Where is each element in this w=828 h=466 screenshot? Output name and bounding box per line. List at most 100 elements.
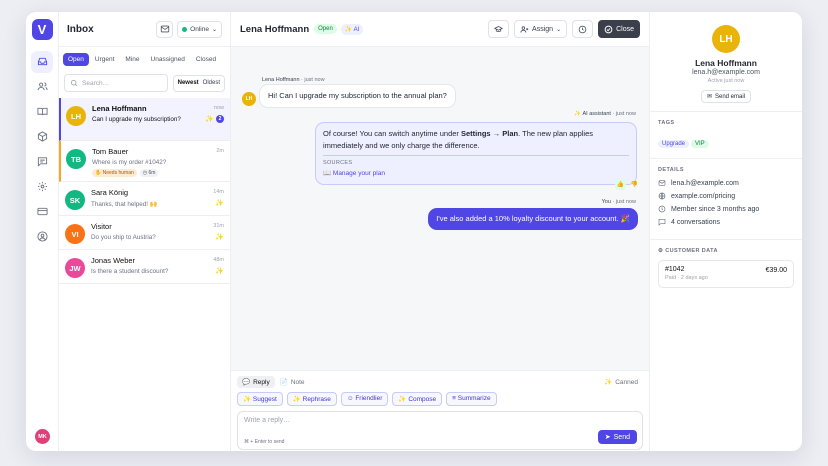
time: 31m [213, 223, 224, 229]
user-avatar[interactable]: MK [35, 429, 50, 444]
sparkle-icon: ✨ [604, 379, 613, 386]
close-label: Close [616, 25, 634, 33]
suggest-button[interactable]: ✨ Suggest [237, 392, 283, 406]
tag-upgrade[interactable]: Upgrade [658, 140, 690, 148]
gear-icon[interactable] [31, 176, 53, 198]
order-card[interactable]: #1042 Paid · 2 days ago €39.00 [658, 260, 794, 288]
sort-oldest[interactable]: Oldest [201, 80, 222, 86]
conversation-item[interactable]: VI Visitor Do you ship to Austria? 31m ✨ [59, 216, 230, 250]
users-icon[interactable] [31, 76, 53, 98]
list-header: Inbox Online ⌄ [59, 12, 230, 47]
contact-name: Jonas Weber [91, 256, 136, 265]
customer-data-heading: ⚙ CUSTOMER DATA [658, 248, 718, 254]
compose-button[interactable]: ✨ Compose [392, 392, 443, 406]
card-icon[interactable] [31, 201, 53, 223]
chat-icon[interactable] [31, 151, 53, 173]
send-button[interactable]: ➤ Send [597, 430, 637, 444]
order-status: Paid · 2 days ago [665, 275, 708, 281]
avatar: SK [65, 190, 85, 210]
send-email-button[interactable]: ✉ Send email [700, 90, 752, 103]
cube-icon[interactable] [31, 126, 53, 148]
reply-input[interactable]: Write a reply… ⌘ + Enter to send ➤ Send [237, 411, 643, 450]
mail-icon: ✉ [706, 94, 712, 100]
tag-vip[interactable]: VIP [691, 140, 709, 148]
assign-label: Assign [532, 25, 554, 33]
friendlier-button[interactable]: ☺ Friendlier [340, 392, 389, 406]
conversation-item[interactable]: TB Tom Bauer Where is my order #1042? ✋ N… [59, 141, 230, 182]
contact-name: Visitor [91, 222, 112, 231]
user-plus-icon [520, 25, 529, 33]
tab-mine[interactable]: Mine [120, 53, 144, 66]
detail-member-since: Member since 3 months ago [658, 205, 794, 213]
search-input[interactable]: Search… [64, 74, 168, 92]
assign-button[interactable]: Assign ⌄ [514, 20, 568, 38]
message-thread: Lena Hoffmann · just now LH Hi! Can I up… [231, 47, 649, 377]
app-window: V MK Inbox Online ⌄ Open Urgent Mine Unas… [26, 12, 802, 451]
rephrase-button[interactable]: ✨ Rephrase [286, 392, 337, 406]
cap-icon [494, 25, 504, 32]
compose-mail-button[interactable] [156, 20, 174, 38]
book-icon[interactable] [31, 101, 53, 123]
contact-email: lena.h@example.com [692, 69, 760, 76]
customer-message: Hi! Can I upgrade my subscription to the… [259, 84, 456, 108]
ai-badge: ✨ AI [340, 23, 364, 35]
search-placeholder: Search… [82, 79, 110, 87]
inbox-icon[interactable] [31, 50, 53, 73]
note-tab[interactable]: 📄 Note [275, 376, 310, 388]
message-meta: Lena Hoffmann · just now [262, 77, 325, 83]
chat-header: Lena Hoffmann Open ✨ AI Assign ⌄ Close [231, 12, 649, 47]
chat-pane: Lena Hoffmann Open ✨ AI Assign ⌄ Close Le… [231, 12, 649, 451]
detail-conversations: 4 conversations [658, 218, 794, 226]
tab-urgent[interactable]: Urgent [90, 53, 120, 66]
contact-avatar: LH [712, 25, 740, 53]
mail-icon [160, 25, 169, 33]
conversation-item[interactable]: LH Lena Hoffmann Can I upgrade my subscri… [59, 98, 230, 141]
message-preview: Do you ship to Austria? [91, 234, 156, 241]
ai-actions: ✨ Suggest ✨ Rephrase ☺ Friendlier ✨ Comp… [237, 392, 643, 406]
contact-panel: LH Lena Hoffmann lena.h@example.com Acti… [649, 12, 802, 451]
detail-email: lena.h@example.com [658, 179, 794, 187]
note-icon: 📄 [279, 379, 288, 386]
source-link[interactable]: 📖 Manage your plan [323, 169, 629, 179]
sparkle-icon: ✨ [215, 200, 224, 207]
avatar: LH [242, 92, 256, 106]
plug-icon: ⚙ [658, 248, 664, 254]
snooze-button[interactable] [572, 20, 594, 38]
thumbs-down-icon[interactable]: 👎 [629, 179, 640, 190]
graduation-cap-button[interactable] [488, 20, 510, 38]
message-preview: Thanks, that helped! 🙌 [91, 201, 158, 208]
filter-tabs: Open Urgent Mine Unassigned Closed [59, 47, 230, 66]
conversation-item[interactable]: JW Jonas Weber Is there a student discoun… [59, 250, 230, 284]
agent-message: I've also added a 10% loyalty discount t… [428, 208, 638, 230]
sort-newest[interactable]: Newest [176, 80, 201, 86]
globe-icon [658, 192, 666, 200]
sparkle-icon: ✨ [215, 234, 224, 241]
sparkle-icon: ✨ [215, 268, 224, 275]
status-dropdown[interactable]: Online ⌄ [177, 20, 222, 38]
tab-closed[interactable]: Closed [191, 53, 221, 66]
chevron-down-icon: ⌄ [556, 26, 562, 33]
check-circle-icon [604, 25, 613, 33]
chat-icon: 💬 [242, 379, 251, 386]
book-icon: 📖 [323, 169, 332, 177]
tab-open[interactable]: Open [63, 53, 89, 66]
unread-badge: 2 [216, 115, 224, 123]
tab-unassigned[interactable]: Unassigned [146, 53, 190, 66]
close-conversation-button[interactable]: Close [598, 20, 640, 38]
thumbs-up-icon[interactable]: 👍 [615, 179, 626, 190]
conversation-item[interactable]: SK Sara König Thanks, that helped! 🙌 14m … [59, 182, 230, 216]
send-hint: ⌘ + Enter to send [244, 439, 285, 445]
conversation-list: Inbox Online ⌄ Open Urgent Mine Unassigne… [59, 12, 231, 451]
canned-button[interactable]: ✨ Canned [599, 376, 643, 388]
contact-name: Sara König [91, 188, 129, 197]
nav-rail: V MK [26, 12, 59, 451]
user-circle-icon[interactable] [31, 226, 53, 248]
summarize-button[interactable]: ≡ Summarize [446, 392, 497, 406]
time: 48m [213, 257, 224, 263]
sort-toggle: Newest Oldest [172, 74, 225, 92]
avatar: JW [65, 258, 85, 278]
chat-contact-name: Lena Hoffmann [240, 23, 310, 35]
time: 2m [216, 148, 224, 154]
status-label: Online [190, 25, 209, 33]
reply-tab[interactable]: 💬 Reply [237, 376, 275, 388]
